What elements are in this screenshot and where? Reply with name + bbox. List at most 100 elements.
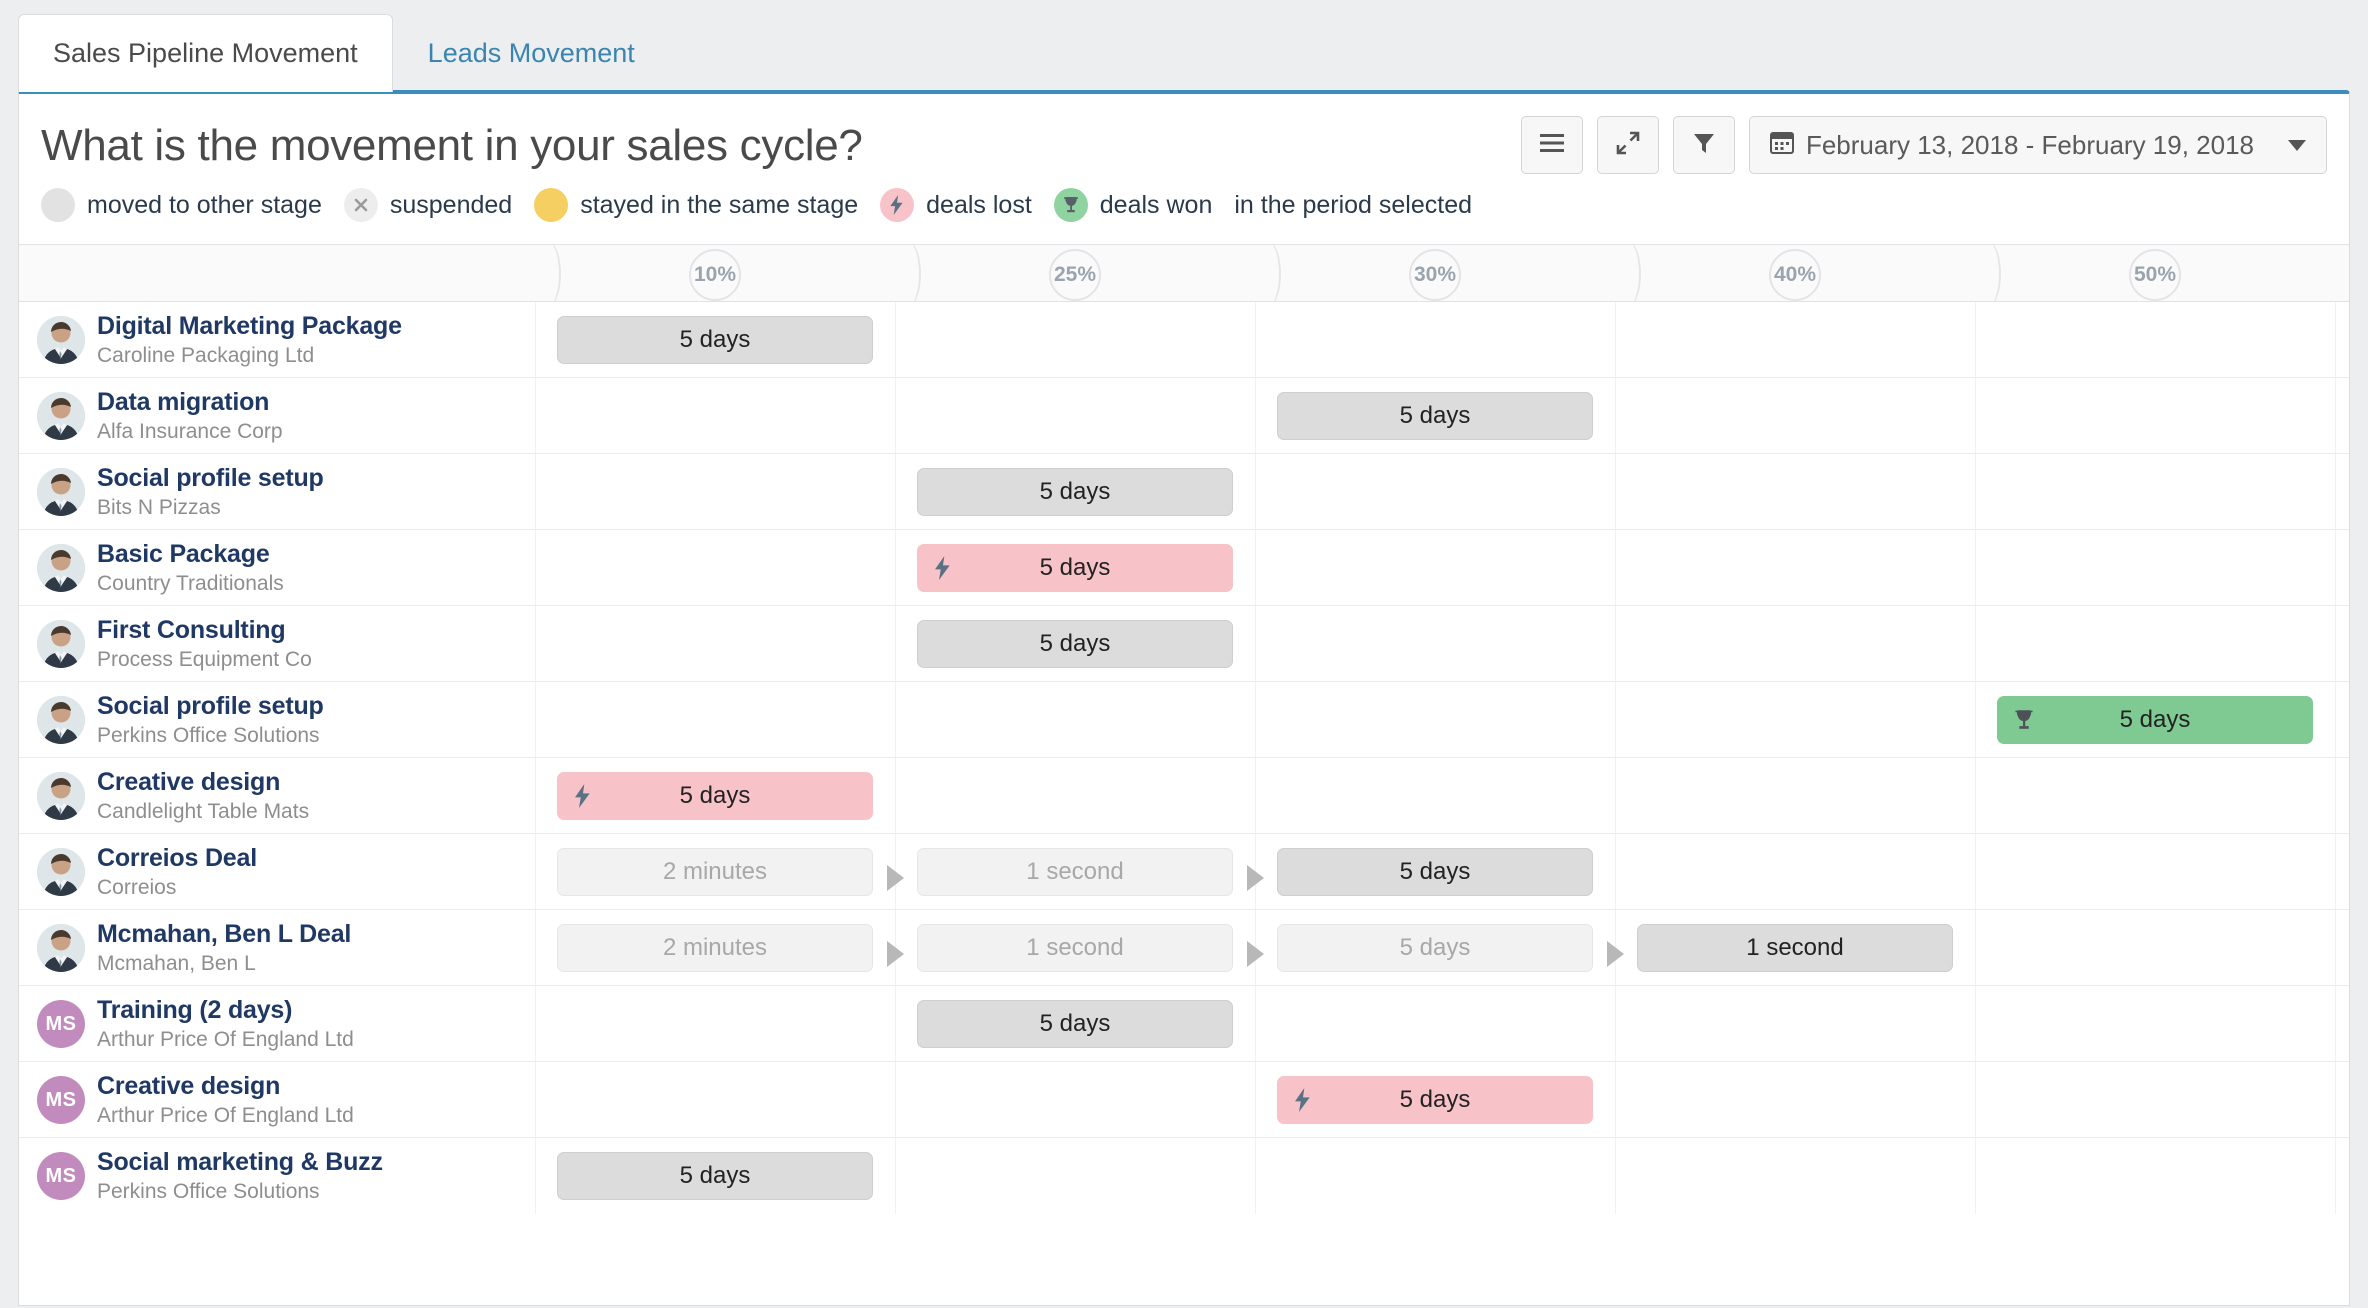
table-row[interactable]: Social profile setup Perkins Office Solut… (19, 682, 2349, 759)
deal-title[interactable]: First Consulting (97, 616, 312, 645)
table-row[interactable]: Correios Deal Correios 2 minutes 1 second 5 … (19, 834, 2349, 911)
column-separator (535, 910, 536, 986)
deal-title[interactable]: Mcmahan, Ben L Deal (97, 920, 351, 949)
avatar (37, 772, 85, 821)
column-separator (535, 606, 536, 682)
table-row[interactable]: Data migration Alfa Insurance Corp 5 days (19, 378, 2349, 455)
legend-label-suspended: suspended (389, 190, 513, 219)
table-row[interactable]: Basic Package Country Traditionals 5 days (19, 530, 2349, 607)
column-separator (1615, 758, 1616, 834)
deal-title[interactable]: Social marketing & Buzz (97, 1148, 383, 1177)
stage-duration-bar[interactable]: 1 second (1637, 923, 1953, 972)
stage-duration-bar[interactable]: 5 days (557, 1152, 873, 1201)
deal-title[interactable]: Basic Package (97, 540, 284, 569)
stage-duration-label: 2 minutes (662, 933, 768, 961)
stage-duration-bar[interactable]: 5 days (1997, 695, 2313, 744)
stage-duration-bar[interactable]: 5 days (1277, 847, 1593, 896)
stage-duration-label: 5 days (1399, 1085, 1471, 1113)
column-separator (535, 834, 536, 910)
table-row[interactable]: MS Social marketing & Buzz Perkins Office … (19, 1138, 2349, 1215)
chevron-down-icon (2288, 139, 2306, 151)
deal-title[interactable]: Correios Deal (97, 844, 257, 873)
table-row[interactable]: Digital Marketing Package Caroline Packag… (19, 302, 2349, 379)
table-row[interactable]: Social profile setup Bits N Pizzas 5 days (19, 454, 2349, 531)
deal-organization: Arthur Price Of England Ltd (97, 1104, 354, 1128)
stage-percent-label: 10% (693, 263, 737, 287)
column-separator (1255, 1138, 1256, 1215)
column-separator (1615, 682, 1616, 758)
table-row[interactable]: MS Training (2 days) Arthur Price Of Engla… (19, 986, 2349, 1063)
stage-duration-bar[interactable]: 5 days (557, 315, 873, 364)
deal-title[interactable]: Social profile setup (97, 692, 324, 721)
deal-title[interactable]: Social profile setup (97, 464, 324, 493)
legend-label-stayed: stayed in the same stage (580, 190, 859, 219)
expand-button[interactable] (1596, 116, 1659, 174)
table-row[interactable]: MS Creative design Arthur Price Of England… (19, 1062, 2349, 1139)
deal-info: Mcmahan, Ben L Deal Mcmahan, Ben L (97, 920, 351, 976)
deal-info: Digital Marketing Package Caroline Packag… (97, 312, 402, 368)
avatar (37, 468, 85, 517)
filter-button[interactable] (1672, 116, 1735, 174)
table-row[interactable]: First Consulting Process Equipment Co 5 da… (19, 606, 2349, 683)
deal-organization: Correios (97, 876, 177, 900)
stage-duration-bar[interactable]: 5 days (917, 999, 1233, 1048)
calendar-icon (1769, 130, 1794, 161)
column-separator (1975, 1138, 1976, 1215)
menu-button[interactable] (1520, 116, 1583, 174)
column-separator (535, 302, 536, 378)
column-separator (1255, 302, 1256, 378)
gray-circle-icon (41, 188, 75, 223)
legend-label-won: deals won (1099, 190, 1213, 219)
stage-duration-bar[interactable]: 1 second (917, 923, 1233, 972)
bolt-icon (573, 783, 593, 808)
deal-title[interactable]: Training (2 days) (97, 996, 354, 1025)
stage-divider-chevron (895, 245, 921, 302)
column-separator (1615, 530, 1616, 606)
stage-duration-bar[interactable]: 5 days (1277, 1075, 1593, 1124)
deal-organization: Alfa Insurance Corp (97, 420, 283, 444)
tab-sales-pipeline-movement[interactable]: Sales Pipeline Movement (18, 14, 393, 92)
column-separator (895, 378, 896, 454)
x-circle-icon (343, 188, 378, 223)
column-separator (2335, 378, 2336, 454)
avatar (37, 544, 85, 593)
stage-duration-bar[interactable]: 5 days (557, 771, 873, 820)
column-separator (895, 986, 896, 1062)
column-separator (535, 378, 536, 454)
stage-duration-bar[interactable]: 2 minutes (557, 847, 873, 896)
stage-duration-bar[interactable]: 5 days (917, 467, 1233, 516)
stage-duration-bar[interactable]: 2 minutes (557, 923, 873, 972)
stage-duration-bar[interactable]: 1 second (917, 847, 1233, 896)
deal-rows: Digital Marketing Package Caroline Packag… (19, 302, 2349, 1215)
legend-suffix: in the period selected (1234, 190, 1473, 219)
date-range-picker[interactable]: February 13, 2018 - February 19, 2018 (1748, 116, 2327, 174)
stage-divider-chevron (2335, 245, 2349, 301)
stage-duration-bar[interactable]: 5 days (1277, 391, 1593, 440)
tab-leads-movement[interactable]: Leads Movement (393, 14, 670, 92)
deal-title[interactable]: Digital Marketing Package (97, 312, 402, 341)
column-separator (2335, 530, 2336, 606)
column-separator (2335, 606, 2336, 682)
column-separator (1615, 454, 1616, 530)
segment-arrow-icon (1247, 941, 1264, 968)
stage-duration-label: 5 days (679, 1162, 751, 1190)
deal-title[interactable]: Creative design (97, 1072, 354, 1101)
stage-duration-bar[interactable]: 5 days (917, 619, 1233, 668)
deal-title[interactable]: Creative design (97, 768, 309, 797)
deal-info: Training (2 days) Arthur Price Of England… (97, 996, 354, 1052)
avatar (37, 924, 85, 973)
stage-duration-bar[interactable]: 5 days (917, 543, 1233, 592)
stage-divider-chevron (1255, 245, 1281, 302)
table-row[interactable]: Mcmahan, Ben L Deal Mcmahan, Ben L 2 minut… (19, 910, 2349, 987)
legend-label-lost: deals lost (926, 190, 1032, 219)
stage-percent-badge: 30% (1409, 249, 1461, 302)
stage-divider-chevron (1975, 245, 2001, 302)
stage-duration-label: 5 days (1039, 477, 1111, 505)
column-separator (1615, 302, 1616, 378)
column-separator (2335, 1138, 2336, 1215)
avatar (37, 392, 85, 441)
table-row[interactable]: Creative design Candlelight Table Mats 5 d… (19, 758, 2349, 835)
column-separator (2335, 834, 2336, 910)
deal-title[interactable]: Data migration (97, 388, 283, 417)
stage-duration-bar[interactable]: 5 days (1277, 923, 1593, 972)
